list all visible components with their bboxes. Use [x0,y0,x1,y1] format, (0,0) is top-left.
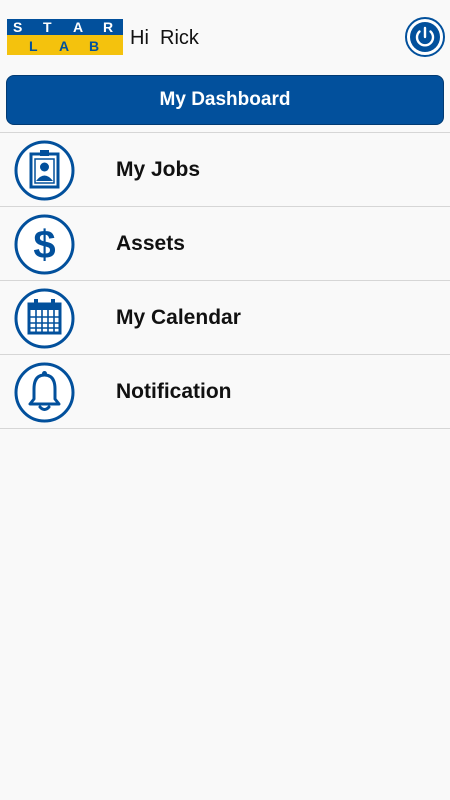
greeting-text: Hi Rick [130,27,199,49]
menu-item-label: Notification [116,379,232,403]
menu-item-label: My Jobs [116,157,201,181]
power-icon[interactable] [405,17,445,57]
dollar-icon: $ [14,214,75,275]
svg-text:R: R [103,19,113,35]
menu-item-label: My Calendar [116,305,241,329]
my-dashboard-button[interactable]: My Dashboard [6,75,444,125]
svg-text:B: B [89,38,99,54]
menu-item-label: Assets [116,231,185,255]
menu-item-notification[interactable]: Notification [0,355,450,429]
menu-item-my-calendar[interactable]: My Calendar [0,281,450,355]
svg-text:A: A [73,19,83,35]
svg-text:$: $ [33,223,55,267]
svg-text:A: A [59,38,69,54]
menu-item-my-jobs[interactable]: My Jobs [0,133,450,207]
svg-text:T: T [43,19,52,35]
app-header: S T A R L A B Hi Rick [0,0,450,75]
svg-text:S: S [13,19,22,35]
star-lab-logo: S T A R L A B [7,19,123,55]
calendar-icon [14,288,75,349]
bell-icon [14,362,75,423]
main-menu: My Jobs $ Assets My Calendar Notificatio… [0,132,450,429]
menu-item-assets[interactable]: $ Assets [0,207,450,281]
svg-text:L: L [29,38,38,54]
id-badge-icon [14,140,75,201]
